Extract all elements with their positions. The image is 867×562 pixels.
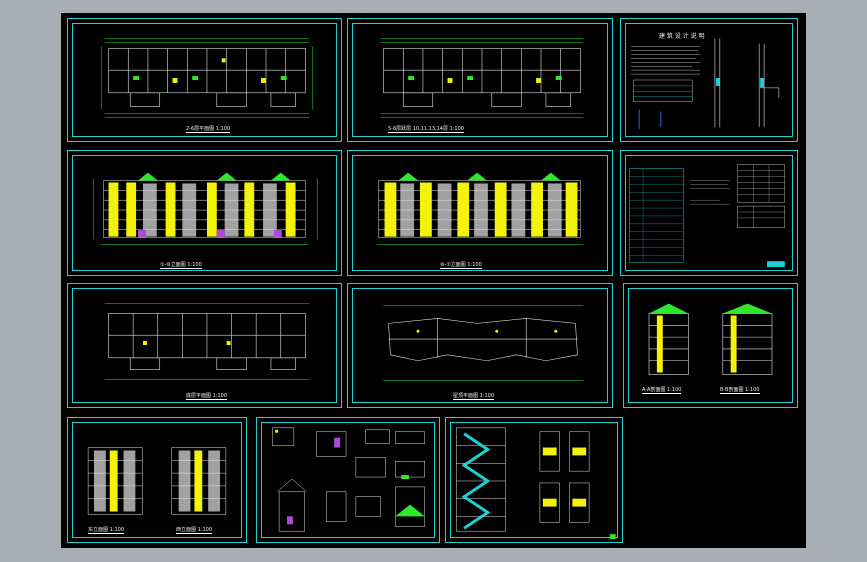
sheet-design-notes[interactable]: 建 筑 设 计 说 明 [620, 18, 798, 142]
sheet-stair-details[interactable] [445, 417, 623, 543]
sheet-caption: 底层平面图 1:100 [186, 393, 227, 400]
sheet-caption-right: 西立面图 1:100 [176, 527, 212, 534]
elevation-drawing [93, 172, 318, 245]
sheet-elevation-front[interactable]: ①-⑩立面图 1:100 [67, 150, 342, 276]
sheet-roof-plan[interactable]: 屋顶平面图 1:100 [347, 283, 613, 408]
details-drawing [271, 427, 426, 532]
sheet-caption: 5-6层跃层 10,11,13,14层 1:100 [388, 126, 464, 133]
floor-plan-drawing [101, 38, 313, 118]
duplex-plan-drawing [380, 38, 584, 118]
elevation-drawing [376, 172, 584, 245]
sheet-floor-plan-2-6[interactable]: 2-6层平面图 1:100 [67, 18, 342, 142]
side-elevation-drawing [87, 447, 227, 515]
sheet-caption-right: B-B剖面图 1:100 [720, 387, 760, 394]
ground-plan-drawing [104, 303, 310, 380]
sheet-caption: 屋顶平面图 1:100 [453, 393, 494, 400]
sheet-ground-floor-plan[interactable]: 底层平面图 1:100 [67, 283, 342, 408]
sheet-caption-left: A-A剖面图 1:100 [642, 387, 682, 394]
cad-viewport[interactable]: 2-6层平面图 1:100 5-6层跃层 10,11,13,14层 1:100 [61, 13, 806, 548]
roof-plan-drawing [383, 305, 584, 381]
sheet-details[interactable] [256, 417, 440, 543]
sheet-floor-plan-duplex[interactable]: 5-6层跃层 10,11,13,14层 1:100 [347, 18, 613, 142]
sheet-sections[interactable]: A-A剖面图 1:100 B-B剖面图 1:100 [623, 283, 798, 408]
stair-drawing [456, 427, 616, 540]
schedule-table [629, 164, 785, 268]
notes-drawing [631, 38, 780, 130]
sheet-schedule[interactable] [620, 150, 798, 276]
sheet-caption: 2-6层平面图 1:100 [186, 126, 231, 133]
sheet-elevation-back[interactable]: ⑩-①立面图 1:100 [347, 150, 613, 276]
sheet-side-elevations[interactable]: 东立面图 1:100 西立面图 1:100 [67, 417, 247, 543]
sheet-caption-left: 东立面图 1:100 [88, 527, 124, 534]
sheet-caption: ⑩-①立面图 1:100 [440, 262, 482, 269]
sheet-caption: ①-⑩立面图 1:100 [160, 262, 202, 269]
